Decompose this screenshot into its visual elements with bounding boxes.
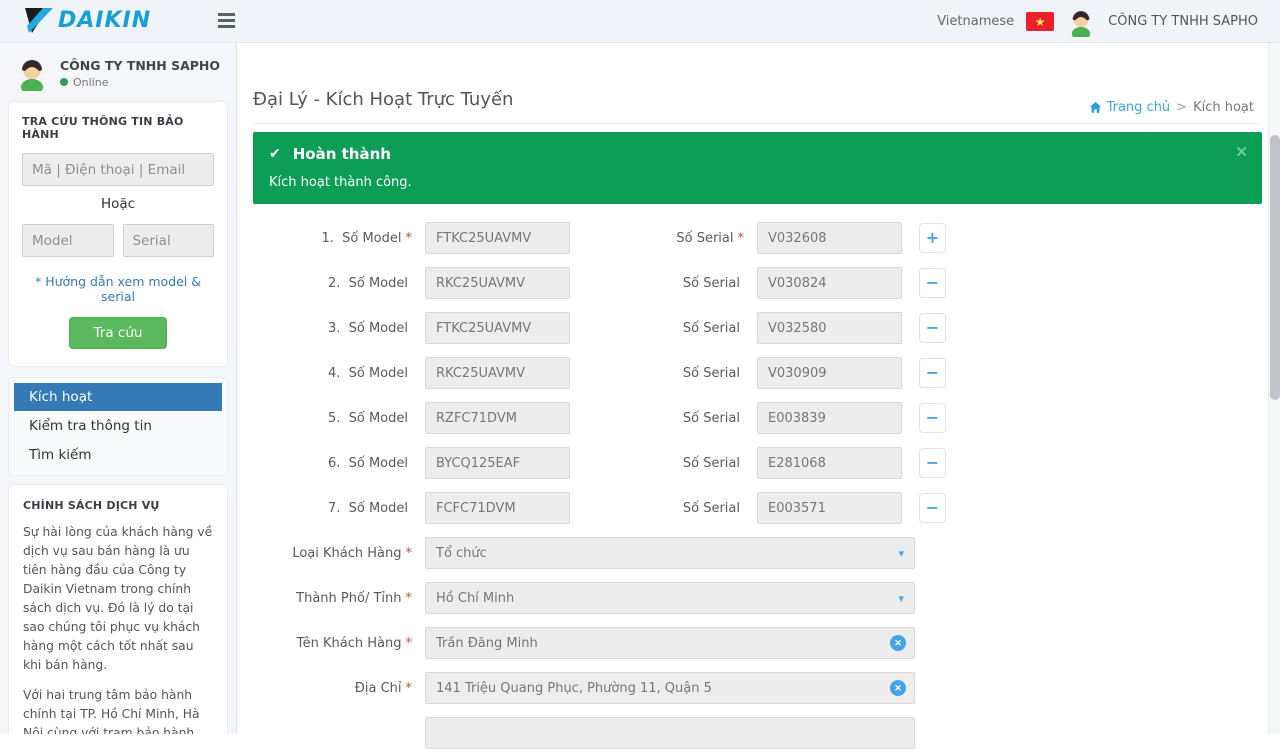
model-input-1[interactable]	[425, 222, 570, 254]
top-navbar: DAIKIN Vietnamese ★ CÔNG TY TNHH SAPHO	[0, 0, 1280, 43]
check-icon: ✔	[269, 146, 281, 162]
chevron-down-icon: ▾	[898, 592, 904, 605]
sidebar-profile: CÔNG TY TNHH SAPHO Online	[0, 43, 236, 101]
remove-row-button[interactable]: −	[919, 358, 946, 388]
remove-row-button[interactable]: −	[919, 493, 946, 523]
serial-input-1[interactable]	[757, 222, 902, 254]
sidebar-item-kiem-tra-thong-tin[interactable]: Kiểm tra thông tin	[14, 412, 222, 440]
device-row: 6. Số Model Số Serial −	[253, 447, 1262, 479]
breadcrumb-separator: >	[1176, 100, 1187, 115]
address-row: Địa Chỉ* ✕	[253, 672, 1262, 704]
sidebar-toggle-button[interactable]	[216, 13, 236, 30]
serial-input-4[interactable]	[757, 357, 902, 389]
breadcrumb-home-link[interactable]: Trang chủ	[1089, 100, 1171, 115]
next-field-input[interactable]	[425, 717, 915, 749]
alert-close-button[interactable]: ✕	[1235, 143, 1248, 161]
customer-name-input[interactable]	[425, 627, 915, 659]
serial-input-3[interactable]	[757, 312, 902, 344]
remove-row-button[interactable]: −	[919, 403, 946, 433]
alert-message: Kích hoạt thành công.	[269, 175, 1246, 190]
vertical-scrollbar[interactable]	[1268, 43, 1280, 734]
hamburger-icon	[218, 13, 235, 16]
model-input-6[interactable]	[425, 447, 570, 479]
profile-name: CÔNG TY TNHH SAPHO	[60, 58, 220, 73]
device-row: 7. Số Model Số Serial −	[253, 492, 1262, 524]
city-select[interactable]: Hồ Chí Minh ▾	[425, 582, 915, 614]
success-alert: ✔ Hoàn thành Kích hoạt thành công. ✕	[253, 132, 1262, 204]
sidebar-menu: Kích hoạt Kiểm tra thông tin Tìm kiếm	[8, 377, 228, 476]
device-row: 3. Số Model Số Serial −	[253, 312, 1262, 344]
lookup-id-input[interactable]	[22, 153, 214, 186]
scrollbar-thumb[interactable]	[1270, 135, 1280, 400]
next-field-row-cutoff	[253, 717, 1262, 749]
warranty-lookup-card: TRA CỨU THÔNG TIN BẢO HÀNH Hoặc * Hướng …	[8, 101, 228, 367]
remove-row-button[interactable]: −	[919, 448, 946, 478]
device-row: 4. Số Model Số Serial −	[253, 357, 1262, 389]
daikin-logo[interactable]: DAIKIN	[24, 7, 151, 34]
serial-input-5[interactable]	[757, 402, 902, 434]
policy-paragraph: Với hai trung tâm bảo hành chính tại TP.…	[23, 686, 213, 734]
model-input-5[interactable]	[425, 402, 570, 434]
brand-text: DAIKIN	[58, 8, 151, 33]
lookup-search-button[interactable]: Tra cứu	[69, 317, 168, 349]
vietnam-flag-icon[interactable]: ★	[1026, 12, 1054, 31]
customer-name-row: Tên Khách Hàng* ✕	[253, 627, 1262, 659]
breadcrumb-current: Kích hoạt	[1193, 100, 1254, 115]
clear-field-icon[interactable]: ✕	[890, 635, 906, 651]
model-input-7[interactable]	[425, 492, 570, 524]
remove-row-button[interactable]: −	[919, 268, 946, 298]
home-icon	[1089, 101, 1102, 114]
language-label[interactable]: Vietnamese	[937, 14, 1014, 29]
serial-input-7[interactable]	[757, 492, 902, 524]
breadcrumb: Trang chủ > Kích hoạt	[1089, 100, 1254, 115]
user-avatar[interactable]	[1066, 7, 1096, 37]
device-row: 2. Số Model Số Serial −	[253, 267, 1262, 299]
policy-title: CHÍNH SÁCH DỊCH VỤ	[23, 499, 213, 512]
customer-type-select[interactable]: Tổ chức ▾	[425, 537, 915, 569]
remove-row-button[interactable]: −	[919, 313, 946, 343]
alert-title: Hoàn thành	[293, 145, 391, 163]
model-serial-guide-link[interactable]: * Hướng dẫn xem model & serial	[22, 274, 214, 304]
activation-form: 1. Số Model* Số Serial* + 2. Số Model Số…	[253, 222, 1262, 749]
serial-input-2[interactable]	[757, 267, 902, 299]
lookup-title: TRA CỨU THÔNG TIN BẢO HÀNH	[22, 115, 214, 141]
device-row: 5. Số Model Số Serial −	[253, 402, 1262, 434]
or-label: Hoặc	[22, 196, 214, 212]
online-dot-icon	[60, 78, 68, 86]
sidebar: CÔNG TY TNHH SAPHO Online TRA CỨU THÔNG …	[0, 43, 237, 734]
address-input[interactable]	[425, 672, 915, 704]
model-input-4[interactable]	[425, 357, 570, 389]
customer-type-row: Loại Khách Hàng* Tổ chức ▾	[253, 537, 1262, 569]
service-policy-card: CHÍNH SÁCH DỊCH VỤ Sự hài lòng của khách…	[8, 484, 228, 734]
sidebar-avatar	[14, 55, 50, 91]
add-row-button[interactable]: +	[919, 223, 946, 253]
user-name[interactable]: CÔNG TY TNHH SAPHO	[1108, 14, 1258, 29]
serial-input-6[interactable]	[757, 447, 902, 479]
main-content: Trang chủ > Kích hoạt Đại Lý - Kích Hoạt…	[237, 43, 1268, 734]
sidebar-item-kich-hoat[interactable]: Kích hoạt	[14, 383, 222, 411]
policy-paragraph: Sự hài lòng của khách hàng về dịch vụ sa…	[23, 523, 213, 675]
lookup-model-input[interactable]	[22, 224, 114, 257]
model-input-3[interactable]	[425, 312, 570, 344]
device-row: 1. Số Model* Số Serial* +	[253, 222, 1262, 254]
online-status: Online	[60, 76, 220, 89]
chevron-down-icon: ▾	[898, 547, 904, 560]
lookup-serial-input[interactable]	[123, 224, 215, 257]
clear-field-icon[interactable]: ✕	[890, 680, 906, 696]
model-input-2[interactable]	[425, 267, 570, 299]
daikin-logo-icon	[24, 7, 54, 34]
city-row: Thành Phố/ Tỉnh* Hồ Chí Minh ▾	[253, 582, 1262, 614]
sidebar-item-tim-kiem[interactable]: Tìm kiếm	[14, 441, 222, 469]
